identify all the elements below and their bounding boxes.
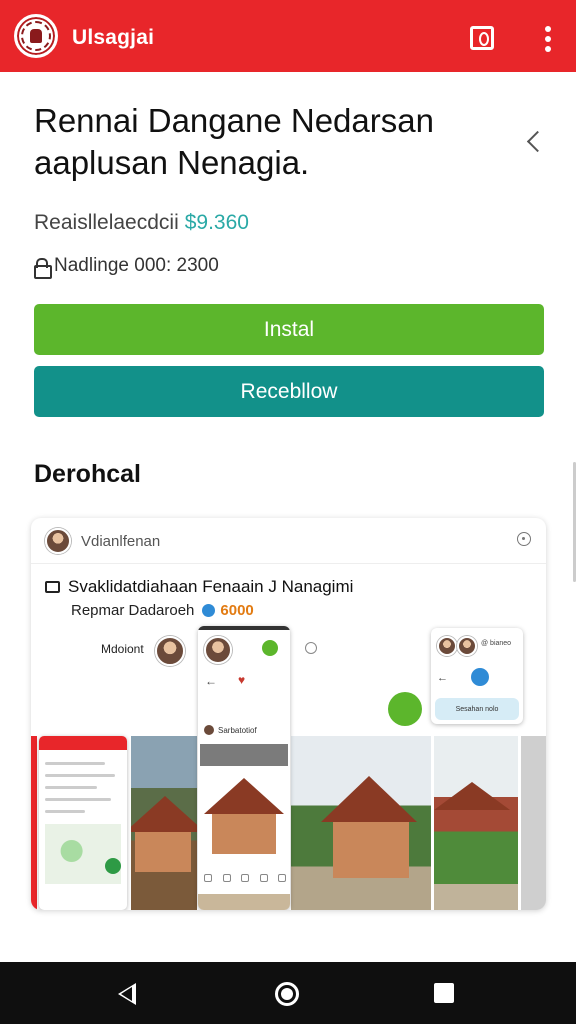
- price-row: Reaisllelaecdcii $9.360: [34, 211, 249, 235]
- rating-label: Nadlinge 000: 2300: [54, 255, 219, 276]
- verified-icon: [202, 604, 216, 617]
- back-arrow-icon[interactable]: ←: [437, 672, 448, 684]
- avatar: [457, 636, 477, 656]
- share-icon[interactable]: [470, 26, 494, 50]
- card-line-2-label: Repmar Dadaroeh: [71, 602, 195, 619]
- screenshot-preview-card[interactable]: Vdianlfenan Svaklidatdiahaan Fenaain J N…: [31, 518, 546, 910]
- author-label: Mdoiont: [101, 642, 144, 656]
- price-label: Reaisllelaecdcii: [34, 211, 179, 234]
- mockup-label: @ bianeo: [481, 640, 512, 647]
- card-line-2-score: 6000: [220, 602, 254, 619]
- avatar: [45, 528, 71, 554]
- back-arrow-icon[interactable]: ←: [205, 674, 217, 688]
- avatar: [437, 636, 457, 656]
- card-line-1-text: Svaklidatdiahaan Fenaain J Nanagimi: [68, 577, 354, 596]
- locate-button[interactable]: [105, 858, 121, 874]
- screenshot-photo[interactable]: [131, 736, 197, 910]
- mockup-nav: [204, 874, 286, 888]
- install-button[interactable]: Instal: [34, 304, 544, 355]
- screenshot-photo[interactable]: [434, 736, 518, 910]
- status-dot: [262, 640, 278, 656]
- back-triangle-icon[interactable]: [118, 983, 136, 1005]
- author-name: Vdianlfenan: [81, 533, 161, 550]
- action-dot[interactable]: [471, 668, 489, 686]
- camera-icon: [45, 581, 60, 593]
- seal-logo-icon: [14, 14, 58, 58]
- screenshot-map[interactable]: [39, 736, 127, 910]
- chevron-left-icon[interactable]: [520, 128, 548, 158]
- rating-row: Nadlinge 000: 2300: [34, 255, 219, 279]
- app-bar: Ulsagjai: [0, 0, 576, 72]
- price-value: $9.360: [184, 211, 249, 234]
- section-title: Derohcal: [34, 460, 141, 488]
- heart-icon[interactable]: ♥: [238, 674, 248, 686]
- lock-icon: [34, 257, 52, 279]
- app-title: Ulsagjai: [72, 26, 155, 49]
- action-fab[interactable]: [388, 692, 422, 726]
- map-icon: [45, 824, 121, 884]
- card-line-1: Svaklidatdiahaan Fenaain J Nanagimi: [45, 577, 353, 597]
- screenshot-photo[interactable]: [291, 736, 431, 910]
- screenshot-edge: [31, 736, 37, 910]
- avatar: [155, 636, 185, 666]
- more-vert-icon[interactable]: [538, 26, 558, 52]
- house-photo: [200, 768, 288, 858]
- phone-mockup[interactable]: ← ♥ Sarbatotiof: [198, 626, 290, 910]
- listing-headline: Rennai Dangane Nedarsan aaplusan Nenagia…: [34, 102, 434, 181]
- info-icon[interactable]: [517, 532, 531, 546]
- circle-icon: [305, 642, 317, 654]
- avatar: [204, 636, 232, 664]
- recent-square-icon[interactable]: [434, 983, 454, 1003]
- list-item: Sarbatotiof: [204, 722, 284, 738]
- mockup-pill[interactable]: Sesahan nolo: [435, 698, 519, 720]
- home-circle-icon[interactable]: [275, 982, 299, 1006]
- card-line-2: Repmar Dadaroeh 6000: [71, 602, 254, 619]
- card-header: Vdianlfenan: [31, 518, 546, 564]
- secondary-button[interactable]: Recebllow: [34, 366, 544, 417]
- phone-mockup[interactable]: @ bianeo ← Sesahan nolo: [431, 628, 523, 724]
- list-item-label: Sarbatotiof: [218, 725, 257, 735]
- app-root: Ulsagjai Rennai Dangane Nedarsan aaplusa…: [0, 0, 576, 1024]
- screenshot-edge: [521, 736, 546, 910]
